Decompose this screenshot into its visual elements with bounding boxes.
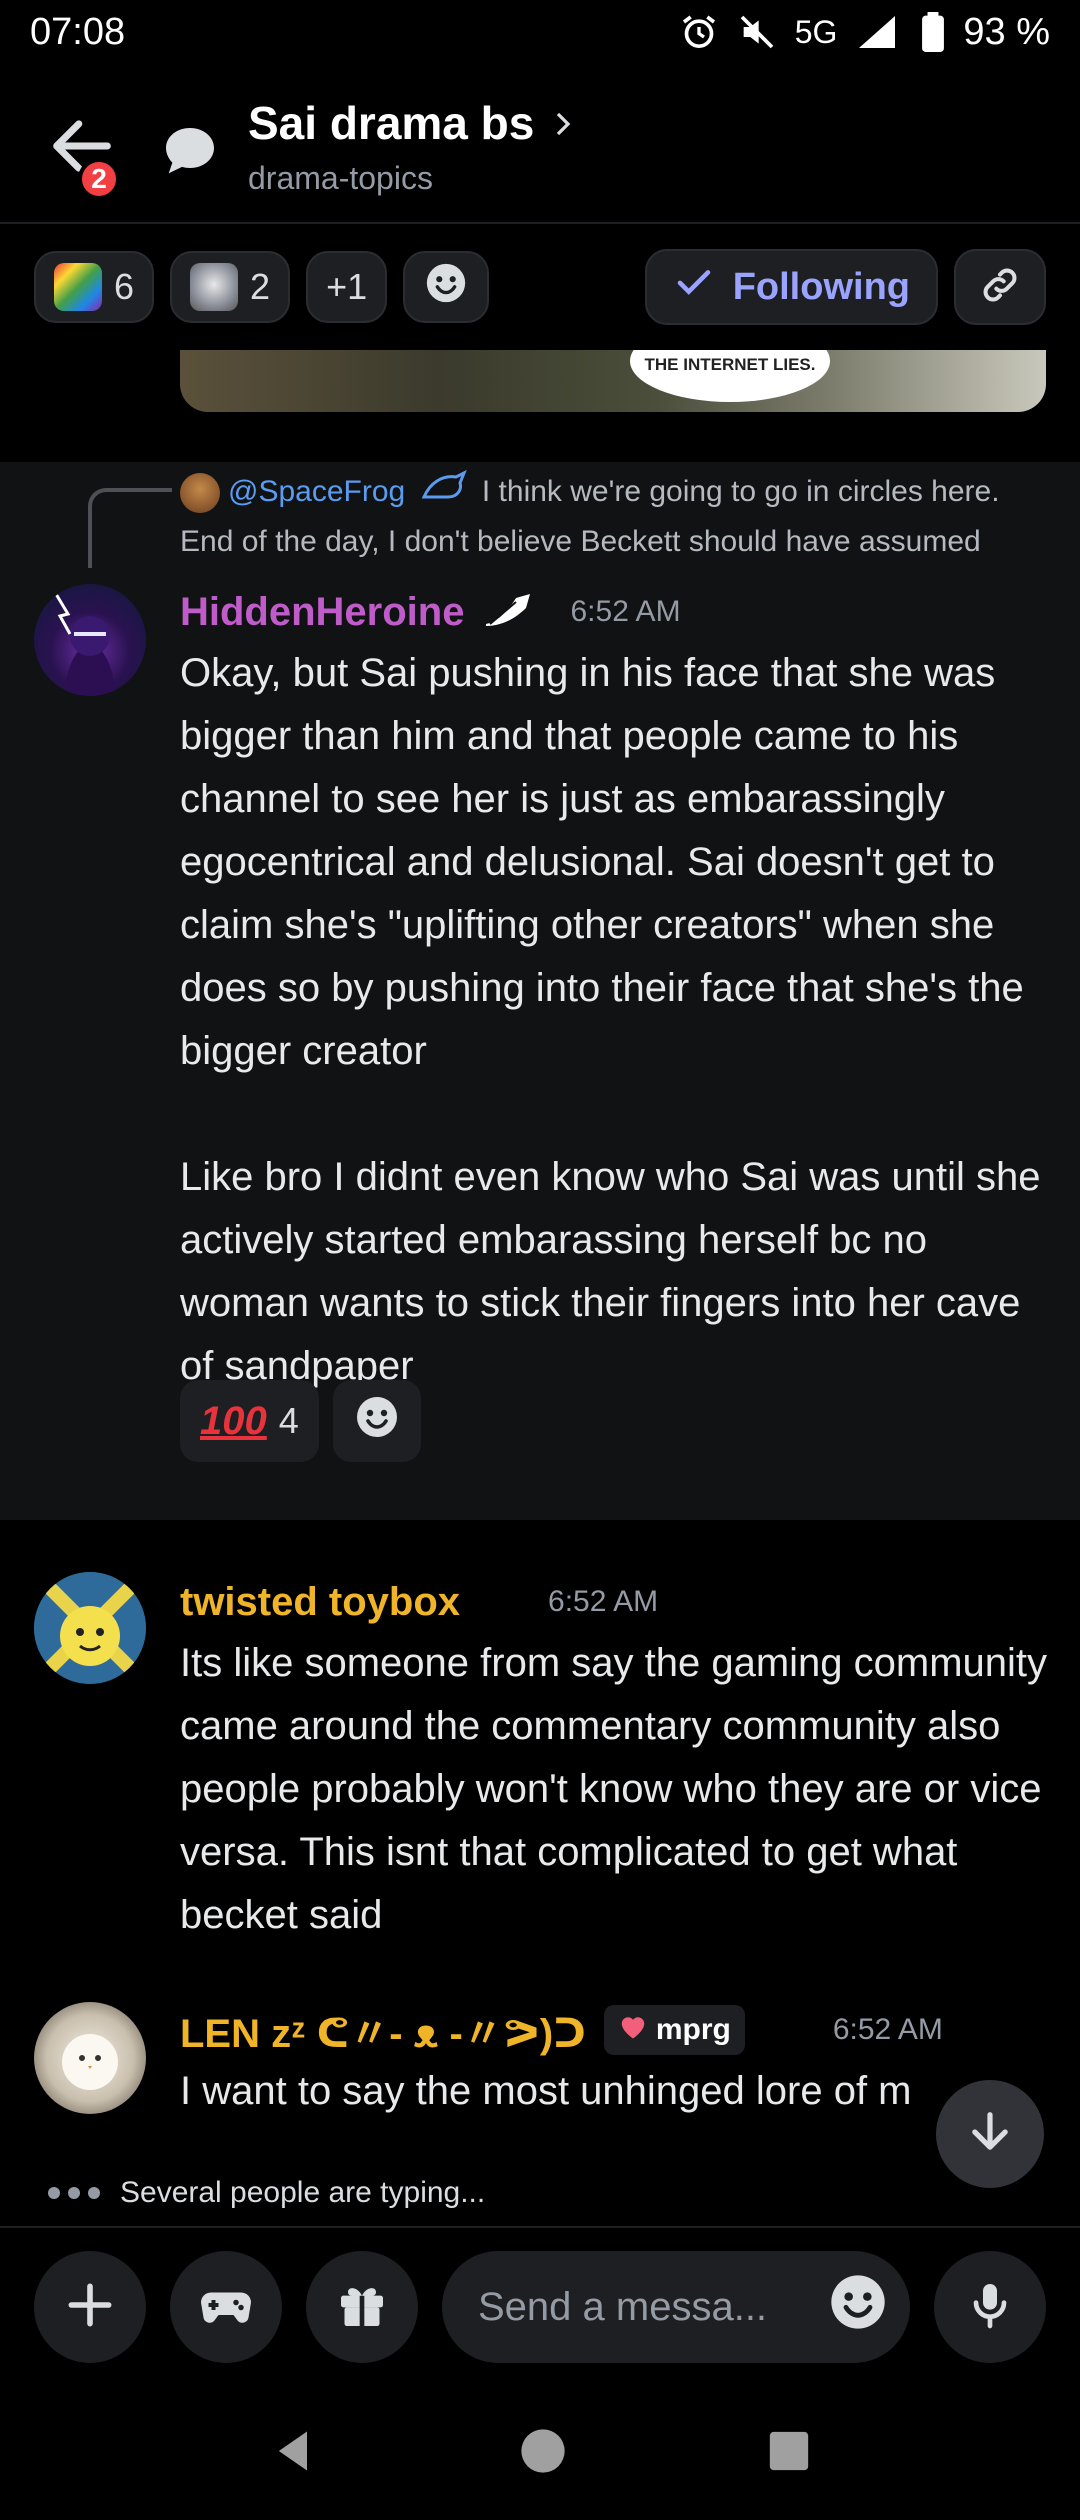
reply-connector: [88, 488, 172, 568]
copy-link-button[interactable]: [954, 249, 1046, 325]
activities-button[interactable]: [170, 2251, 282, 2363]
unread-badge: 2: [78, 158, 120, 200]
heart-icon: [618, 2012, 648, 2048]
more-reactions-label: +1: [326, 266, 368, 307]
thread-title: Sai drama bs: [248, 97, 535, 149]
microphone-icon: [962, 2277, 1018, 2338]
message-timestamp: 6:52 AM: [548, 1585, 659, 1618]
message-header: LEN zᶻ ᕦ〃- ᴥ -〃ᕗ)ᑐ mprg 6:52 AM: [180, 2000, 1050, 2060]
wolf-emoji-icon: [190, 263, 239, 311]
reaction-100[interactable]: 100 4: [180, 1380, 319, 1462]
typing-text: Several people are typing...: [120, 2176, 486, 2209]
gift-icon: [334, 2277, 390, 2338]
link-icon: [978, 263, 1022, 312]
author-name[interactable]: LEN zᶻ ᕦ〃- ᴥ -〃ᕗ)ᑐ: [180, 2001, 586, 2059]
signal-icon: [855, 12, 903, 52]
reply-avatar: [180, 473, 220, 514]
status-time: 07:08: [30, 10, 126, 53]
mute-icon: [737, 12, 777, 52]
attach-button[interactable]: [34, 2251, 146, 2363]
message-input[interactable]: Send a messa...: [442, 2251, 910, 2363]
arrow-down-icon: [964, 2106, 1016, 2163]
message-timestamp: 6:52 AM: [832, 2013, 943, 2046]
role-label: mprg: [655, 2013, 731, 2046]
message-body: I want to say the most unhinged lore of …: [180, 2069, 912, 2113]
thread-icon: [158, 120, 222, 184]
add-reaction-button[interactable]: [332, 1380, 421, 1462]
message-composer: Send a messa...: [0, 2226, 1080, 2386]
voice-message-button[interactable]: [934, 2251, 1046, 2363]
gamepad-icon: [196, 2275, 256, 2340]
plus-icon: [62, 2277, 118, 2338]
rainbow-frog-emoji-icon: [54, 263, 102, 311]
author-name[interactable]: HiddenHeroine: [180, 590, 464, 635]
following-label: Following: [732, 265, 910, 308]
channel-name: drama-topics: [248, 160, 433, 196]
message-body: Its like someone from say the gaming com…: [180, 1641, 1059, 1937]
message-body: Okay, but Sai pushing in his face that s…: [180, 651, 1041, 1388]
smiley-icon: [353, 1393, 401, 1450]
alarm-icon: [679, 12, 719, 52]
system-navigation-bar: [0, 2386, 1080, 2520]
comic-speech-bubble: THE INTERNET LIES.: [630, 350, 830, 402]
message-timestamp: 6:52 AM: [570, 595, 681, 628]
message-len: LEN zᶻ ᕦ〃- ᴥ -〃ᕗ)ᑐ mprg 6:52 AM I want t…: [180, 2000, 1050, 2123]
emoji-picker-icon[interactable]: [826, 2270, 890, 2344]
message-hiddenheroine: HiddenHeroine 6:52 AM Okay, but Sai push…: [180, 582, 1050, 1398]
battery-icon: [921, 12, 945, 52]
message-list[interactable]: THE INTERNET LIES. @SpaceFrog I think we…: [0, 350, 1080, 2140]
thread-action-bar: 6 2 +1 Following: [0, 224, 1080, 350]
avatar[interactable]: [34, 2002, 146, 2114]
nav-back-icon[interactable]: [268, 2425, 320, 2482]
reaction-count: 4: [278, 1400, 299, 1441]
feather-badge-icon: [482, 590, 534, 635]
reaction-chip-wolf[interactable]: 2: [170, 251, 291, 323]
reply-mention[interactable]: @SpaceFrog: [228, 475, 405, 508]
avatar[interactable]: [34, 584, 146, 696]
add-reaction-button[interactable]: [403, 251, 490, 323]
more-reactions-chip[interactable]: +1: [306, 251, 388, 323]
thread-header: 2 Sai drama bs drama-topics: [0, 64, 1080, 224]
thread-title-button[interactable]: Sai drama bs: [248, 96, 578, 150]
gift-button[interactable]: [306, 2251, 418, 2363]
author-name[interactable]: twisted toybox: [180, 1580, 460, 1625]
chevron-right-icon: [548, 96, 578, 150]
reply-preview[interactable]: @SpaceFrog I think we're going to go in …: [180, 468, 1060, 566]
following-button[interactable]: Following: [644, 249, 938, 325]
status-bar: 07:08 5G 93 %: [0, 0, 1080, 64]
nav-home-icon[interactable]: [517, 2425, 569, 2482]
reaction-count: 6: [114, 266, 135, 307]
message-header: twisted toybox 6:52 AM: [180, 1572, 1050, 1632]
role-tag[interactable]: mprg: [603, 2005, 745, 2055]
typing-dots-icon: [48, 2187, 100, 2199]
nav-recents-icon[interactable]: [766, 2428, 812, 2479]
comic-image-attachment[interactable]: THE INTERNET LIES.: [180, 350, 1046, 412]
status-icons: 5G 93 %: [679, 11, 1050, 54]
network-label: 5G: [794, 13, 838, 50]
hundred-emoji-icon: 100: [200, 1398, 267, 1443]
check-icon: [673, 261, 715, 313]
battery-level: 93 %: [963, 10, 1050, 53]
message-reactions: 100 4: [180, 1380, 421, 1462]
message-header: HiddenHeroine 6:52 AM: [180, 582, 1050, 642]
message-twisted-toybox: twisted toybox 6:52 AM Its like someone …: [180, 1572, 1050, 1947]
reaction-chip-frog[interactable]: 6: [34, 251, 155, 323]
frog-badge-icon: [420, 469, 468, 518]
message-input-placeholder: Send a messa...: [478, 2284, 768, 2329]
avatar[interactable]: [34, 1572, 146, 1684]
typing-indicator: Several people are typing...: [0, 2160, 1080, 2226]
reaction-count: 2: [250, 266, 271, 307]
smiley-icon: [423, 260, 469, 315]
